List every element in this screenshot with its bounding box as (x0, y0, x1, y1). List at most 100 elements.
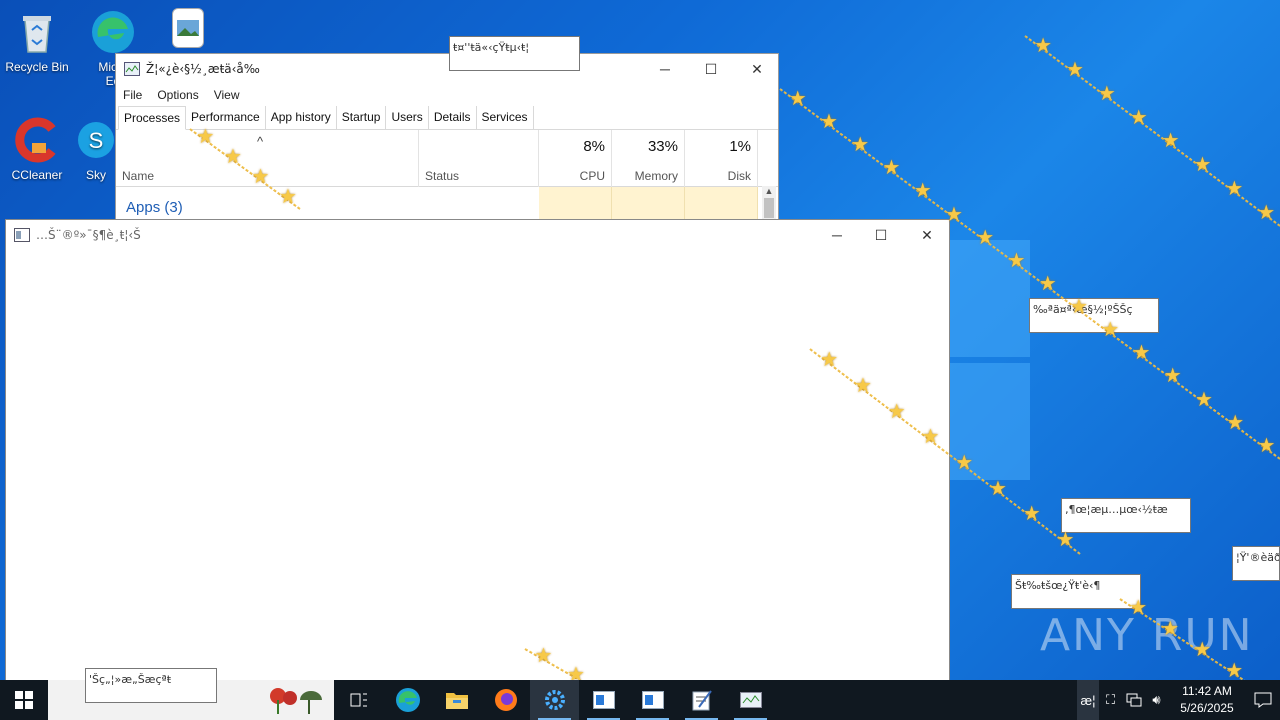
apps-group-label: Apps (3) (126, 199, 183, 216)
desktop-icon-file[interactable] (170, 8, 206, 52)
column-status-label: Status (425, 169, 460, 183)
tab-services[interactable]: Services (477, 106, 534, 129)
folder-icon (445, 693, 468, 709)
cpu-percent: 8% (583, 138, 605, 155)
volume-icon[interactable]: 🔊︎ (1145, 680, 1168, 720)
minimize-button[interactable]: ─ (814, 220, 860, 250)
column-cpu[interactable]: 8% CPU (539, 130, 612, 187)
star-icon: ★ (1225, 659, 1244, 682)
column-disk[interactable]: 1% Disk (685, 130, 758, 187)
close-button[interactable]: ✕ (904, 220, 950, 250)
tab-startup[interactable]: Startup (337, 106, 387, 129)
menu-view[interactable]: View (214, 88, 240, 102)
column-memory[interactable]: 33% Memory (612, 130, 685, 187)
star-icon: ★ (1066, 59, 1084, 81)
sort-ascending-icon: ^ (257, 134, 264, 149)
star-icon: ★ (851, 134, 870, 157)
desktop-icon-label: CCleaner (11, 168, 63, 182)
console-window-icon (14, 228, 30, 242)
apps-group-row[interactable]: Apps (3) (116, 187, 778, 222)
maximize-button[interactable]: ☐ (858, 220, 904, 250)
window-title: Ž¦«¿è‹§½¸æŧä‹å‰ (146, 62, 260, 76)
edge-icon (395, 688, 420, 712)
star-icon: ★ (1007, 249, 1026, 272)
minimize-button[interactable]: ─ (642, 54, 688, 84)
edge-icon (89, 8, 137, 56)
star-icon: ★ (1257, 434, 1276, 457)
star-icon: ★ (1161, 130, 1180, 153)
star-icon: ★ (976, 226, 995, 249)
menu-options[interactable]: Options (157, 88, 198, 102)
star-icon: ★ (1129, 596, 1148, 619)
meet-now-icon[interactable]: ⛶ (1099, 680, 1122, 720)
gear-icon (544, 690, 565, 710)
tab-details[interactable]: Details (429, 106, 477, 129)
column-cpu-label: CPU (579, 169, 605, 183)
recycle-bin-icon (13, 8, 61, 56)
star-icon: ★ (196, 126, 215, 148)
taskbar-window-2[interactable] (628, 680, 677, 720)
star-icon: ★ (1034, 35, 1053, 58)
console-window[interactable]: …Š¨®º»¯§¶è¸ŧ¦‹Š ─ ☐ ✕ (5, 219, 950, 685)
memory-percent: 33% (647, 138, 678, 155)
taskbar-firefox[interactable] (481, 680, 530, 720)
scroll-thumb[interactable] (764, 198, 774, 218)
skype-icon: S (76, 116, 116, 164)
star-icon: ★ (1097, 82, 1116, 105)
maximize-button[interactable]: ☐ (688, 54, 734, 84)
popup-box: 'Šç„¦»æ„Šæçªŧ (85, 668, 217, 703)
taskbar-settings[interactable] (530, 680, 579, 720)
star-icon: ★ (1022, 503, 1041, 526)
svg-text:S: S (89, 128, 104, 153)
desktop-icon-skype[interactable]: S Sky (76, 116, 116, 182)
star-icon: ★ (820, 349, 839, 372)
disk-cell-highlight (685, 187, 758, 222)
star-icon: ★ (1161, 617, 1180, 640)
vertical-scrollbar[interactable]: ▲ (762, 186, 776, 222)
action-center-icon[interactable] (1246, 680, 1280, 720)
star-icon: ★ (945, 203, 963, 226)
input-language-indicator[interactable]: æ¦ (1077, 680, 1099, 720)
clock[interactable]: 11:42 AM 5/26/2025 (1168, 683, 1246, 717)
popup-box: ŧ¤''ŧä«‹çŸŧµ‹ŧ¦ (449, 36, 580, 71)
desktop-icon-ccleaner[interactable]: CCleaner (0, 116, 74, 182)
clock-time: 11:42 AM (1182, 684, 1232, 698)
star-icon: ★ (788, 87, 807, 110)
taskbar-file-explorer[interactable] (432, 680, 481, 720)
tab-users[interactable]: Users (386, 106, 429, 129)
star-icon: ★ (887, 400, 906, 423)
taskbar-window-1[interactable] (579, 680, 628, 720)
task-manager-icon (124, 62, 140, 76)
console-titlebar[interactable]: …Š¨®º»¯§¶è¸ŧ¦‹Š ─ ☐ ✕ (6, 220, 949, 250)
star-icon: ★ (854, 375, 872, 397)
star-icon: ★ (1070, 296, 1088, 318)
taskbar-task-manager[interactable] (726, 680, 775, 720)
task-manager-window[interactable]: Ž¦«¿è‹§½¸æŧä‹å‰ ─ ☐ ✕ File Options View … (115, 53, 779, 223)
window-app-icon (592, 691, 615, 709)
star-icon: ★ (913, 180, 932, 203)
taskbar-notepad[interactable] (677, 680, 726, 720)
taskbar-edge[interactable] (383, 680, 432, 720)
tab-app-history[interactable]: App history (266, 106, 337, 129)
star-icon: ★ (1101, 319, 1120, 342)
memory-cell-highlight (612, 187, 685, 222)
menu-bar: File Options View (116, 84, 778, 106)
column-status[interactable]: Status (419, 130, 539, 187)
start-button[interactable] (0, 680, 48, 720)
star-icon: ★ (534, 645, 553, 668)
clock-date: 5/26/2025 (1180, 701, 1234, 715)
task-manager-titlebar[interactable]: Ž¦«¿è‹§½¸æŧä‹å‰ ─ ☐ ✕ (116, 54, 778, 84)
network-icon[interactable] (1122, 680, 1145, 720)
tab-processes[interactable]: Processes (118, 106, 187, 130)
desktop-icon-label: Sky (85, 168, 106, 182)
desktop-icon-recycle-bin[interactable]: Recycle Bin (0, 8, 74, 74)
star-icon: ★ (279, 186, 297, 208)
scroll-up-arrow-icon[interactable]: ▲ (762, 186, 776, 196)
close-button[interactable]: ✕ (734, 54, 778, 84)
task-view-button[interactable] (334, 680, 383, 720)
system-tray: æ¦ ⛶ 🔊︎ 11:42 AM 5/26/2025 (1077, 680, 1280, 720)
star-icon: ★ (1193, 638, 1212, 661)
star-icon: ★ (1129, 106, 1148, 129)
star-icon: ★ (1226, 411, 1245, 434)
menu-file[interactable]: File (123, 88, 142, 102)
